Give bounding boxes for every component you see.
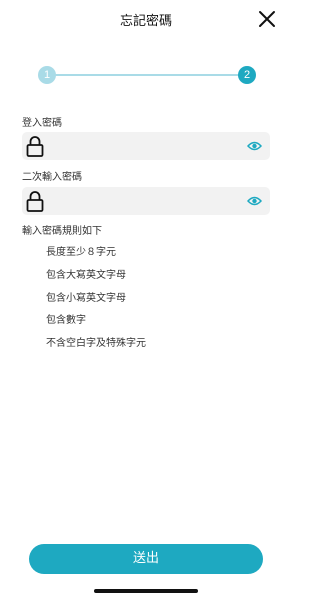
lock-icon: [26, 135, 44, 157]
lock-icon: [26, 190, 44, 212]
step-1: 1: [38, 66, 56, 84]
eye-icon[interactable]: [247, 140, 262, 152]
confirm-password-label: 二次輸入密碼: [22, 172, 82, 183]
password-input[interactable]: [50, 132, 240, 160]
rule-item: 包含大寫英文字母: [46, 270, 126, 281]
close-icon[interactable]: [258, 10, 276, 28]
header: 忘記密碼: [0, 0, 292, 42]
step-2: 2: [238, 66, 256, 84]
password-field: [22, 132, 270, 160]
rule-item: 包含數字: [46, 315, 86, 326]
confirm-password-input[interactable]: [50, 187, 240, 215]
eye-icon[interactable]: [247, 195, 262, 207]
rules-title: 輸入密碼規則如下: [22, 226, 102, 237]
rule-item: 不含空白字及特殊字元: [46, 338, 146, 349]
stepper: 1 2: [38, 66, 256, 84]
home-indicator: [94, 589, 198, 593]
page-title: 忘記密碼: [119, 14, 172, 29]
password-label: 登入密碼: [22, 118, 62, 129]
rule-item: 包含小寫英文字母: [46, 293, 126, 304]
rule-item: 長度至少８字元: [46, 247, 116, 258]
submit-button[interactable]: 送出: [29, 544, 263, 574]
stepper-line: [47, 74, 247, 76]
confirm-password-field: [22, 187, 270, 215]
